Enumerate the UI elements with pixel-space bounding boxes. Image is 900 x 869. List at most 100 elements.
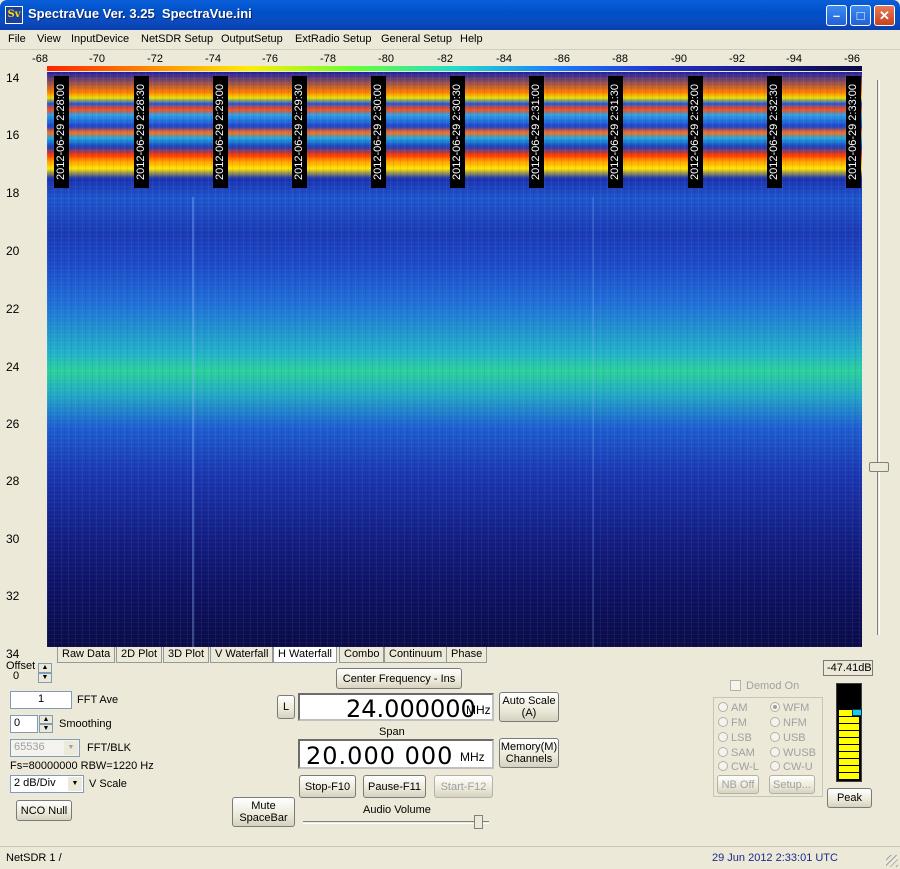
center-frequency-unit: MHz xyxy=(466,703,491,717)
smoothing-input[interactable]: 0 xyxy=(10,715,38,733)
timestamp-label: 2012-06-29 2:29:00 xyxy=(213,76,228,188)
start-button[interactable]: Start-F12 xyxy=(434,775,493,798)
center-frequency-value: 24.000000 xyxy=(346,695,476,723)
freq-tick: -70 xyxy=(89,53,105,65)
vscale-label: V Scale xyxy=(89,778,127,790)
center-frequency-button[interactable]: Center Frequency - Ins xyxy=(336,668,462,689)
fft-ave-input[interactable]: 1 xyxy=(10,691,72,709)
chevron-down-icon: ▼ xyxy=(64,741,78,755)
time-tick: 30 xyxy=(6,532,20,546)
title-bar: Sv SpectraVue Ver. 3.25 SpectraVue.ini –… xyxy=(0,0,900,30)
fft-blk-value: 65536 xyxy=(14,741,45,753)
offset-value: 0 xyxy=(13,670,20,682)
smoothing-spin-up[interactable]: ▲ xyxy=(39,715,53,724)
time-tick: 32 xyxy=(6,589,20,603)
demod-radio-lsb[interactable]: LSB xyxy=(718,732,752,744)
audio-volume-label: Audio Volume xyxy=(363,804,431,816)
fft-ave-label: FFT Ave xyxy=(77,694,119,706)
tab-combo[interactable]: Combo xyxy=(339,647,385,663)
minimize-button[interactable]: – xyxy=(826,5,847,26)
demod-radio-cw-l[interactable]: CW-L xyxy=(718,761,759,773)
menu-inputdevice[interactable]: InputDevice xyxy=(71,33,129,45)
tab-3d-plot[interactable]: 3D Plot xyxy=(163,647,210,663)
tab-h-waterfall[interactable]: H Waterfall xyxy=(273,647,337,663)
center-frequency-field[interactable]: 24.000000 MHz xyxy=(298,693,494,723)
menu-extradio-setup[interactable]: ExtRadio Setup xyxy=(295,33,371,45)
demod-setup-button[interactable]: Setup... xyxy=(769,775,815,794)
fft-blk-select[interactable]: 65536 ▼ xyxy=(10,739,80,757)
color-scale-bar xyxy=(47,66,862,71)
offset-spin-up[interactable]: ▲ xyxy=(38,663,52,673)
tab-phase[interactable]: Phase xyxy=(446,647,488,663)
offset-spin-down[interactable]: ▼ xyxy=(38,673,52,683)
lock-button[interactable]: L xyxy=(277,695,295,719)
span-label: Span xyxy=(379,726,405,738)
nco-null-button[interactable]: NCO Null xyxy=(16,800,72,821)
nb-off-button[interactable]: NB Off xyxy=(717,775,759,794)
menu-file[interactable]: File xyxy=(8,33,26,45)
reference-level-slider[interactable] xyxy=(869,462,889,472)
demod-on-checkbox[interactable] xyxy=(730,680,741,691)
tab-v-waterfall[interactable]: V Waterfall xyxy=(210,647,274,663)
menu-netsdr-setup[interactable]: NetSDR Setup xyxy=(141,33,213,45)
time-tick: 18 xyxy=(6,186,20,200)
timestamp-label: 2012-06-29 2:29:30 xyxy=(292,76,307,188)
close-button[interactable]: ✕ xyxy=(874,5,895,26)
utc-timestamp: 29 Jun 2012 2:33:01 UTC xyxy=(712,852,838,864)
span-field[interactable]: 20.000 000 MHz xyxy=(298,739,494,770)
demod-radio-cw-u[interactable]: CW-U xyxy=(770,761,813,773)
audio-volume-slider[interactable] xyxy=(474,815,483,829)
demod-radio-am[interactable]: AM xyxy=(718,702,748,714)
pause-button[interactable]: Pause-F11 xyxy=(363,775,426,798)
menu-help[interactable]: Help xyxy=(460,33,483,45)
menu-bar: File View InputDevice NetSDR Setup Outpu… xyxy=(0,30,900,50)
freq-tick: -80 xyxy=(378,53,394,65)
waterfall-streak xyxy=(192,197,194,647)
tab-continuum[interactable]: Continuum xyxy=(384,647,448,663)
audio-volume-track xyxy=(303,821,489,824)
tab-raw-data[interactable]: Raw Data xyxy=(57,647,116,663)
demod-radio-wusb[interactable]: WUSB xyxy=(770,747,816,759)
timestamp-label: 2012-06-29 2:32:00 xyxy=(688,76,703,188)
resize-grip[interactable] xyxy=(886,855,898,867)
maximize-button[interactable]: □ xyxy=(850,5,871,26)
menu-outputsetup[interactable]: OutputSetup xyxy=(221,33,283,45)
demod-radio-usb[interactable]: USB xyxy=(770,732,806,744)
timestamp-label: 2012-06-29 2:33:00 xyxy=(846,76,861,188)
waterfall-display[interactable]: 2012-06-29 2:28:00 2012-06-29 2:28:30 20… xyxy=(47,72,862,647)
timestamp-label: 2012-06-29 2:28:00 xyxy=(54,76,69,188)
auto-scale-button[interactable]: Auto Scale (A) xyxy=(499,692,559,722)
window-title: SpectraVue Ver. 3.25 SpectraVue.ini xyxy=(28,6,252,21)
time-tick: 26 xyxy=(6,417,20,431)
timestamp-label: 2012-06-29 2:31:30 xyxy=(608,76,623,188)
mute-button[interactable]: Mute SpaceBar xyxy=(232,797,295,827)
demod-on-label: Demod On xyxy=(746,680,800,692)
span-unit: MHz xyxy=(460,750,485,764)
timestamp-label: 2012-06-29 2:28:30 xyxy=(134,76,149,188)
timestamp-label: 2012-06-29 2:31:00 xyxy=(529,76,544,188)
freq-tick: -88 xyxy=(612,53,628,65)
peak-button[interactable]: Peak xyxy=(827,788,872,808)
freq-tick: -92 xyxy=(729,53,745,65)
timestamp-label: 2012-06-29 2:30:30 xyxy=(450,76,465,188)
stop-button[interactable]: Stop-F10 xyxy=(299,775,356,798)
menu-general-setup[interactable]: General Setup xyxy=(381,33,452,45)
demod-radio-sam[interactable]: SAM xyxy=(718,747,755,759)
smoothing-spin-down[interactable]: ▼ xyxy=(39,724,53,733)
smoothing-label: Smoothing xyxy=(59,718,112,730)
demod-radio-nfm[interactable]: NFM xyxy=(770,717,807,729)
menu-view[interactable]: View xyxy=(37,33,61,45)
freq-tick: -90 xyxy=(671,53,687,65)
memory-channels-button[interactable]: Memory(M) Channels xyxy=(499,738,559,768)
demod-modes-panel: AM WFM FM NFM LSB USB SAM WUSB CW-L CW-U… xyxy=(713,697,823,797)
vscale-value: 2 dB/Div xyxy=(14,777,56,789)
time-tick: 16 xyxy=(6,128,20,142)
vscale-select[interactable]: 2 dB/Div ▼ xyxy=(10,775,84,793)
demod-radio-wfm[interactable]: WFM xyxy=(770,702,809,714)
demod-radio-fm[interactable]: FM xyxy=(718,717,747,729)
timestamp-label: 2012-06-29 2:30:00 xyxy=(371,76,386,188)
time-tick: 22 xyxy=(6,302,20,316)
tab-2d-plot[interactable]: 2D Plot xyxy=(116,647,163,663)
span-value: 20.000 000 xyxy=(306,742,454,770)
signal-level-readout: -47.41dB xyxy=(823,660,873,676)
